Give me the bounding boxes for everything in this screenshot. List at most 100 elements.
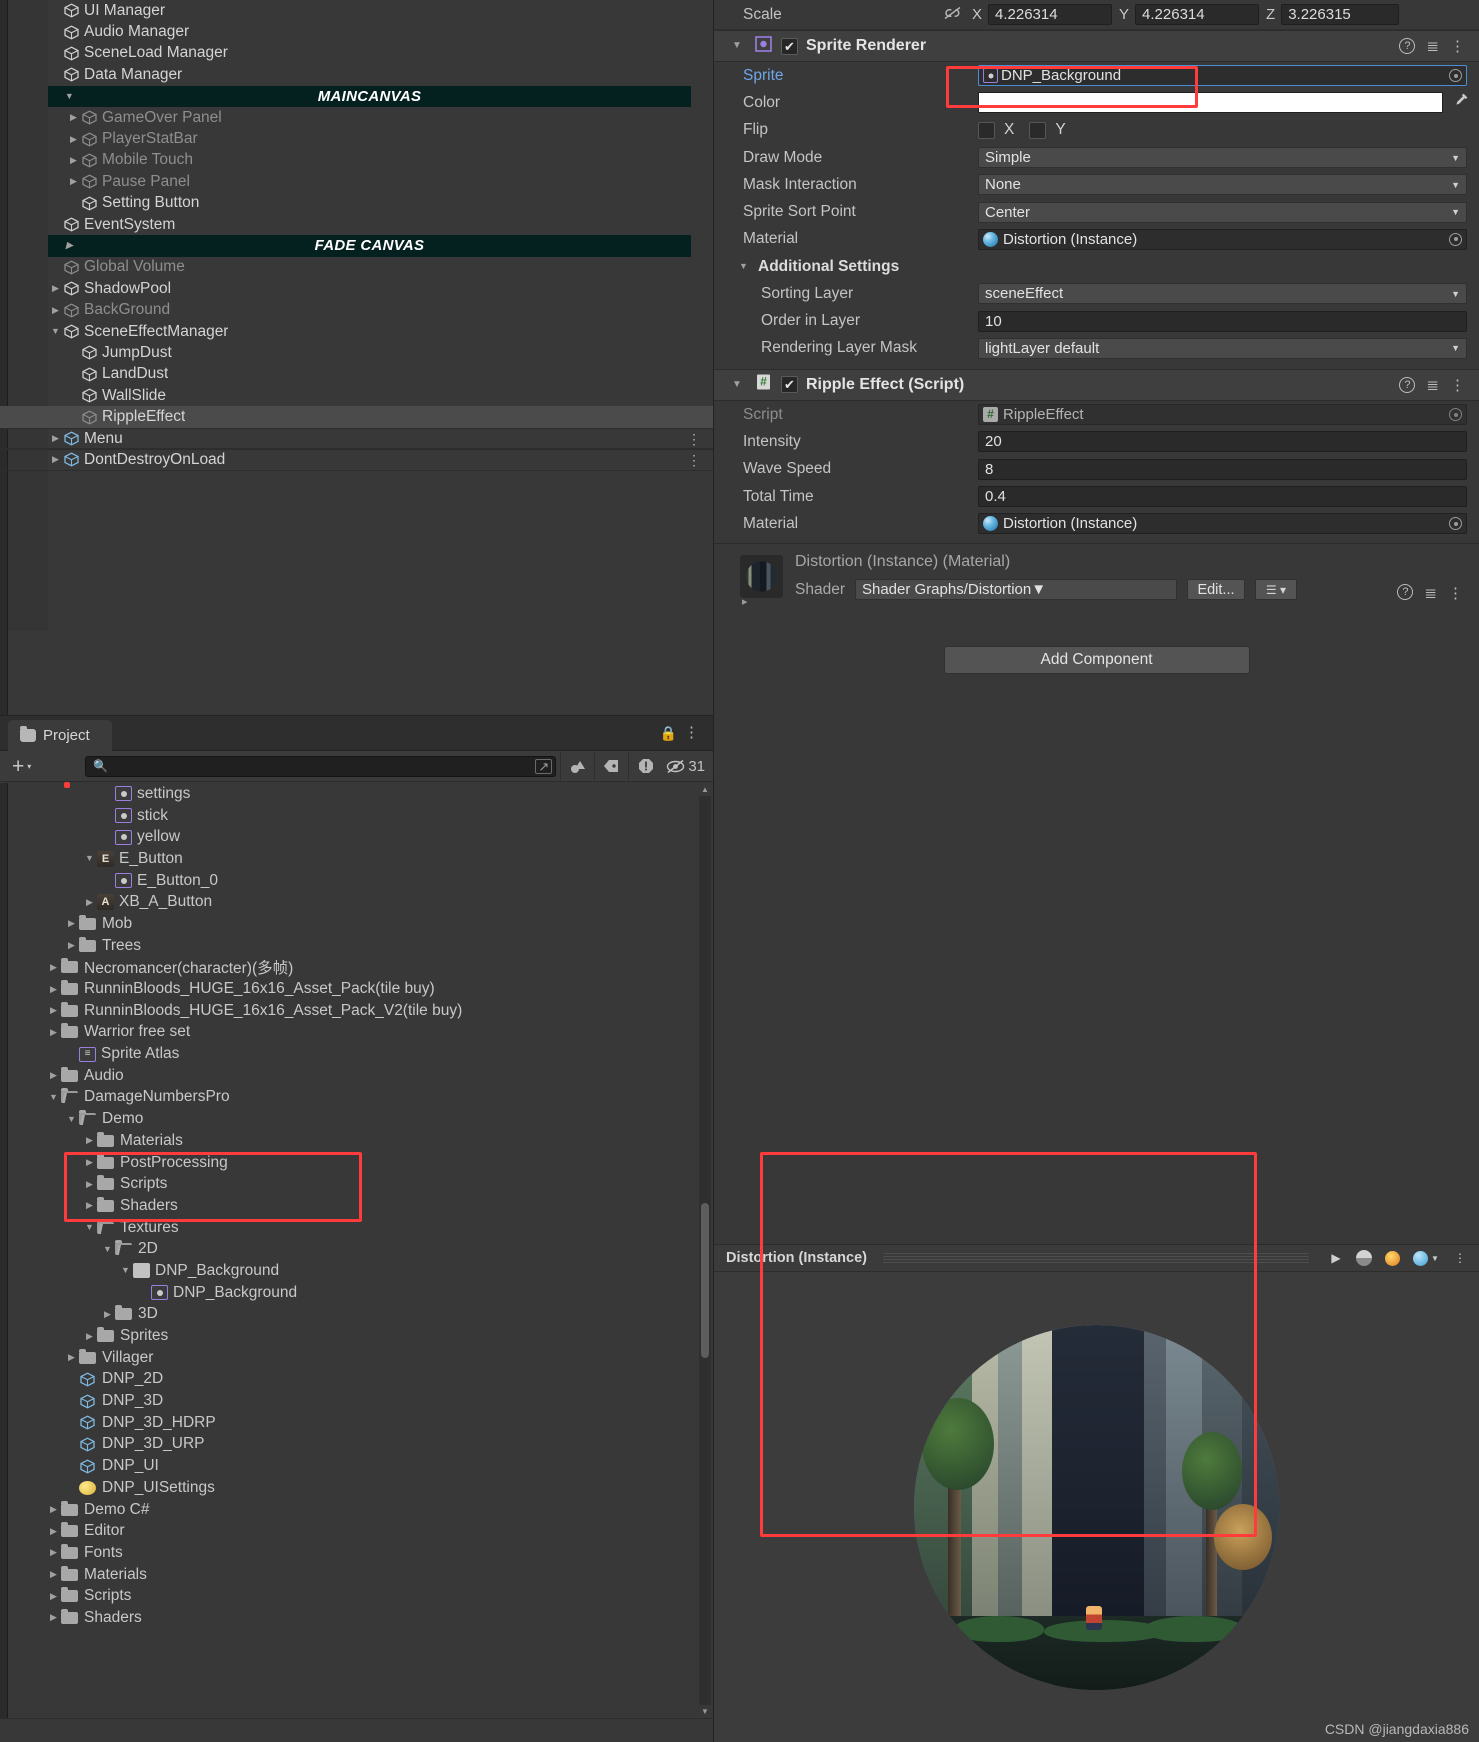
- rendering-layer-mask-row[interactable]: Rendering Layer Mask lightLayer default …: [714, 335, 1479, 362]
- project-item-audio[interactable]: ▶ Audio: [0, 1065, 699, 1087]
- hierarchy-item-shadowpool[interactable]: ▶ ShadowPool: [0, 278, 713, 299]
- hierarchy-item-maincanvas[interactable]: ▼ MAINCANVAS: [48, 85, 691, 107]
- hierarchy-row-kebab-icon[interactable]: ⋮: [687, 453, 701, 467]
- wave-speed-input[interactable]: 8: [978, 458, 1467, 480]
- chevron-right-icon[interactable]: ▶: [46, 1570, 61, 1579]
- chevron-right-icon[interactable]: ▶: [62, 241, 77, 250]
- intensity-input[interactable]: 20: [978, 431, 1467, 453]
- hierarchy-item-ui-manager[interactable]: ▶ UI Manager: [0, 0, 713, 21]
- chevron-right-icon[interactable]: ▶: [66, 134, 81, 144]
- sprite-sort-point-row[interactable]: Sprite Sort Point Center ▼: [714, 198, 1479, 225]
- project-item-sprites[interactable]: ▶ Sprites: [0, 1325, 699, 1347]
- scroll-down-arrow[interactable]: ▼: [699, 1705, 711, 1718]
- chevron-down-icon[interactable]: ▼: [728, 41, 746, 51]
- project-item-demo-c-[interactable]: ▶ Demo C#: [0, 1499, 699, 1521]
- project-item-dnp-ui[interactable]: ▶ DNP_UI: [0, 1455, 699, 1477]
- chevron-right-icon[interactable]: ▶: [100, 1309, 115, 1319]
- rendering-layer-mask-dropdown[interactable]: lightLayer default ▼: [978, 337, 1467, 359]
- preview-mesh-icon[interactable]: [1353, 1248, 1375, 1268]
- scrollbar-thumb[interactable]: [701, 1203, 709, 1358]
- draw-mode-dropdown[interactable]: Simple ▼: [978, 147, 1467, 169]
- project-toolbar[interactable]: + ▾ 🔍 ↗ 31: [0, 751, 713, 782]
- hierarchy-item-menu[interactable]: ▶ Menu ⋮: [0, 427, 713, 450]
- project-panel[interactable]: Project 🔒 ⋮ + ▾ 🔍 ↗ 31 settings stick ye…: [0, 715, 714, 1742]
- sorting-layer-row[interactable]: Sorting Layer sceneEffect ▼: [714, 280, 1479, 307]
- hierarchy-item-gameover-panel[interactable]: ▶ GameOver Panel: [0, 107, 713, 128]
- ripple-effect-kebab-icon[interactable]: ⋮: [1450, 376, 1465, 394]
- chevron-down-icon[interactable]: ▼: [48, 327, 63, 336]
- project-item-materials[interactable]: ▶ Materials: [0, 1130, 699, 1152]
- project-item-3d[interactable]: ▶ 3D: [0, 1304, 699, 1326]
- hierarchy-item-eventsystem[interactable]: ▶ EventSystem: [0, 214, 713, 235]
- chevron-right-icon[interactable]: ▶: [46, 1006, 61, 1015]
- project-item-stick[interactable]: ▶ stick: [0, 805, 699, 827]
- chevron-right-icon[interactable]: ▶: [64, 919, 79, 928]
- shader-dropdown[interactable]: Shader Graphs/Distortion ▼: [854, 579, 1177, 601]
- project-item-xb-a-button[interactable]: ▶ A XB_A_Button: [0, 891, 699, 913]
- chevron-right-icon[interactable]: ▶: [66, 177, 81, 186]
- preset-icon[interactable]: ≣: [1426, 376, 1439, 394]
- chevron-right-icon[interactable]: ▶: [46, 1027, 61, 1037]
- project-item-villager[interactable]: ▶ Villager: [0, 1347, 699, 1369]
- chevron-right-icon[interactable]: ▶: [82, 1158, 97, 1167]
- chevron-right-icon[interactable]: ▶: [46, 1505, 61, 1514]
- chevron-right-icon[interactable]: ▶: [66, 155, 81, 165]
- hierarchy-item-background[interactable]: ▶ BackGround: [0, 299, 713, 320]
- scale-z-value[interactable]: 3.226315: [1281, 4, 1400, 25]
- project-item-settings[interactable]: ▶ settings: [0, 783, 699, 805]
- chevron-down-icon[interactable]: ▼: [118, 1266, 133, 1275]
- preview-lighting-icon[interactable]: [1381, 1248, 1403, 1268]
- project-item-dnp-3d-hdrp[interactable]: ▶ DNP_3D_HDRP: [0, 1412, 699, 1434]
- hierarchy-item-sceneload-manager[interactable]: ▶ SceneLoad Manager: [0, 43, 713, 64]
- material-block-kebab-icon[interactable]: ⋮: [1448, 584, 1463, 602]
- chevron-down-icon[interactable]: ▼: [82, 1223, 97, 1232]
- draw-mode-row[interactable]: Draw Mode Simple ▼: [714, 144, 1479, 171]
- hierarchy-item-fade-canvas[interactable]: ▶ FADE CANVAS: [48, 235, 691, 257]
- color-field-row[interactable]: Color: [714, 89, 1479, 116]
- chevron-right-icon[interactable]: ▶: [48, 434, 63, 443]
- search-input[interactable]: [113, 757, 536, 775]
- flip-x-checkbox[interactable]: [978, 121, 995, 139]
- sprite-renderer-header[interactable]: ▼ ✔ Sprite Renderer ? ≣ ⋮: [714, 30, 1479, 62]
- chevron-right-icon[interactable]: ▶: [82, 1331, 97, 1341]
- material-block-icons[interactable]: ? ≣ ⋮: [1397, 584, 1463, 602]
- hierarchy-item-global-volume[interactable]: ▶ Global Volume: [0, 257, 713, 278]
- ripple-effect-header[interactable]: ▼ # ✔ Ripple Effect (Script) ? ≣ ⋮: [714, 368, 1479, 401]
- project-item-dnp-background[interactable]: ▼ DNP_Background: [0, 1260, 699, 1282]
- chevron-down-icon[interactable]: ▼: [64, 1114, 79, 1124]
- hierarchy-item-setting-button[interactable]: ▶ Setting Button: [0, 193, 713, 214]
- chevron-right-icon[interactable]: ▶: [46, 1591, 61, 1601]
- chevron-right-icon[interactable]: ▶: [46, 1548, 61, 1557]
- project-scrollbar[interactable]: ▲ ▼: [699, 783, 711, 1718]
- project-tree[interactable]: ▶settings▶stick▶yellow▼EE_Button▶E_Butto…: [0, 783, 713, 1718]
- edit-shader-button[interactable]: Edit...: [1186, 579, 1245, 601]
- project-item-dnp-3d-urp[interactable]: ▶ DNP_3D_URP: [0, 1434, 699, 1456]
- help-icon[interactable]: ?: [1399, 376, 1416, 393]
- hierarchy-item-wallslide[interactable]: ▶ WallSlide: [0, 385, 713, 406]
- open-in-new-icon[interactable]: ↗: [535, 758, 553, 774]
- preview-header[interactable]: Distortion (Instance) ▶ ▼ ⋮: [714, 1245, 1479, 1272]
- ripple-material-row[interactable]: Material Distortion (Instance): [714, 510, 1479, 537]
- tab-project[interactable]: Project: [8, 720, 112, 751]
- chevron-right-icon[interactable]: ▶: [82, 1179, 97, 1189]
- hierarchy-item-pause-panel[interactable]: ▶ Pause Panel: [0, 171, 713, 192]
- hierarchy-item-dontdestroyonload[interactable]: ▶ DontDestroyOnLoad ⋮: [0, 449, 713, 471]
- hierarchy-panel[interactable]: ▶ UI Manager ▶ Audio Manager ▶ SceneLoad Mana…: [0, 0, 714, 715]
- chevron-right-icon[interactable]: ▶: [48, 284, 63, 293]
- inspector-panel[interactable]: Scale X 4.226314 Y 4.226314 Z 3.226315 ▼: [714, 0, 1479, 1742]
- help-icon[interactable]: ?: [1399, 38, 1416, 54]
- project-item-dnp-uisettings[interactable]: ▶ DNP_UISettings: [0, 1477, 699, 1499]
- project-item-fonts[interactable]: ▶ Fonts: [0, 1542, 699, 1564]
- project-item-2d[interactable]: ▼ 2D: [0, 1238, 699, 1260]
- additional-settings-header[interactable]: ▼ Additional Settings: [714, 253, 1479, 280]
- chevron-right-icon[interactable]: ▶: [82, 1136, 97, 1145]
- preset-icon[interactable]: ≣: [1424, 584, 1437, 602]
- sprite-renderer-kebab-icon[interactable]: ⋮: [1450, 37, 1465, 55]
- help-icon[interactable]: ?: [1397, 584, 1414, 600]
- chevron-down-icon[interactable]: ▼: [46, 1092, 61, 1102]
- warning-filter-icon[interactable]: [628, 752, 662, 780]
- chevron-down-icon[interactable]: ▼: [100, 1244, 115, 1254]
- hierarchy-item-sceneeffectmanager[interactable]: ▼ SceneEffectManager: [0, 321, 713, 342]
- flip-field-row[interactable]: Flip X Y: [714, 117, 1479, 144]
- scale-y-field[interactable]: Y 4.226314: [1119, 4, 1260, 25]
